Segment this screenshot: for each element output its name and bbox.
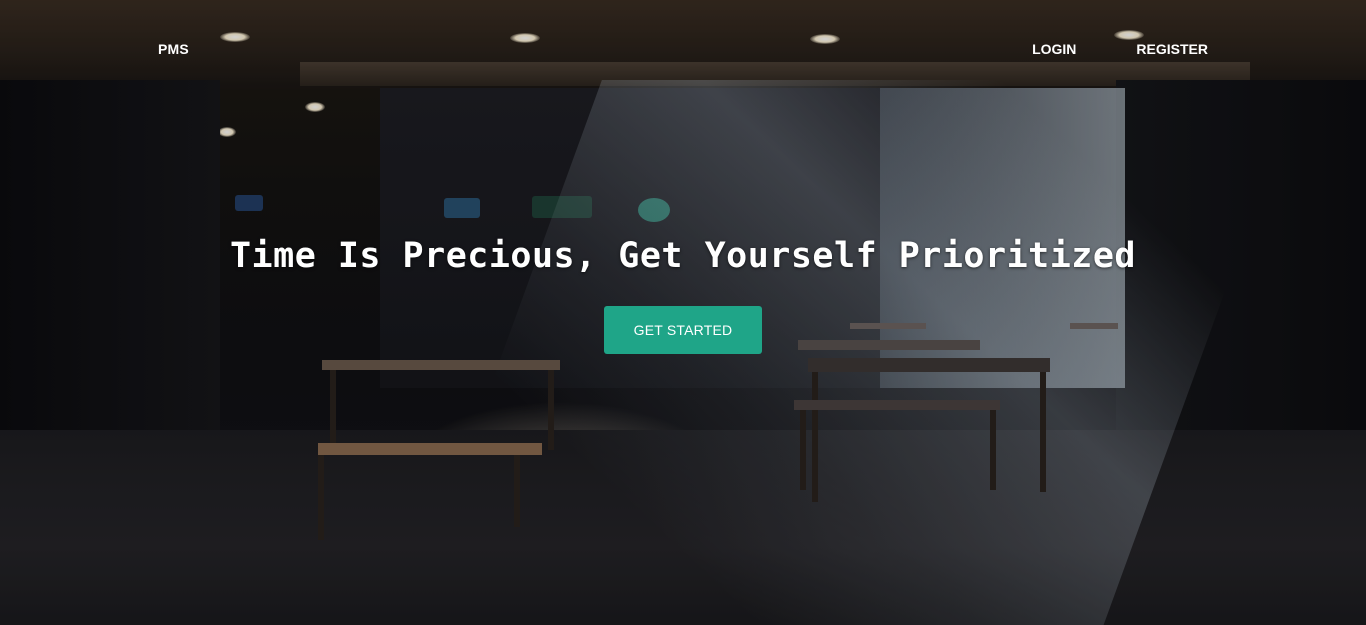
get-started-button[interactable]: GET STARTED xyxy=(604,306,762,354)
nav-links: LOGIN REGISTER xyxy=(1032,41,1208,57)
login-link[interactable]: LOGIN xyxy=(1032,41,1076,57)
brand-logo-link[interactable]: PMS xyxy=(158,41,189,57)
register-link[interactable]: REGISTER xyxy=(1136,41,1208,57)
hero-headline: Time Is Precious, Get Yourself Prioritiz… xyxy=(229,236,1136,276)
hero-section: PMS LOGIN REGISTER Time Is Precious, Get… xyxy=(0,0,1366,625)
